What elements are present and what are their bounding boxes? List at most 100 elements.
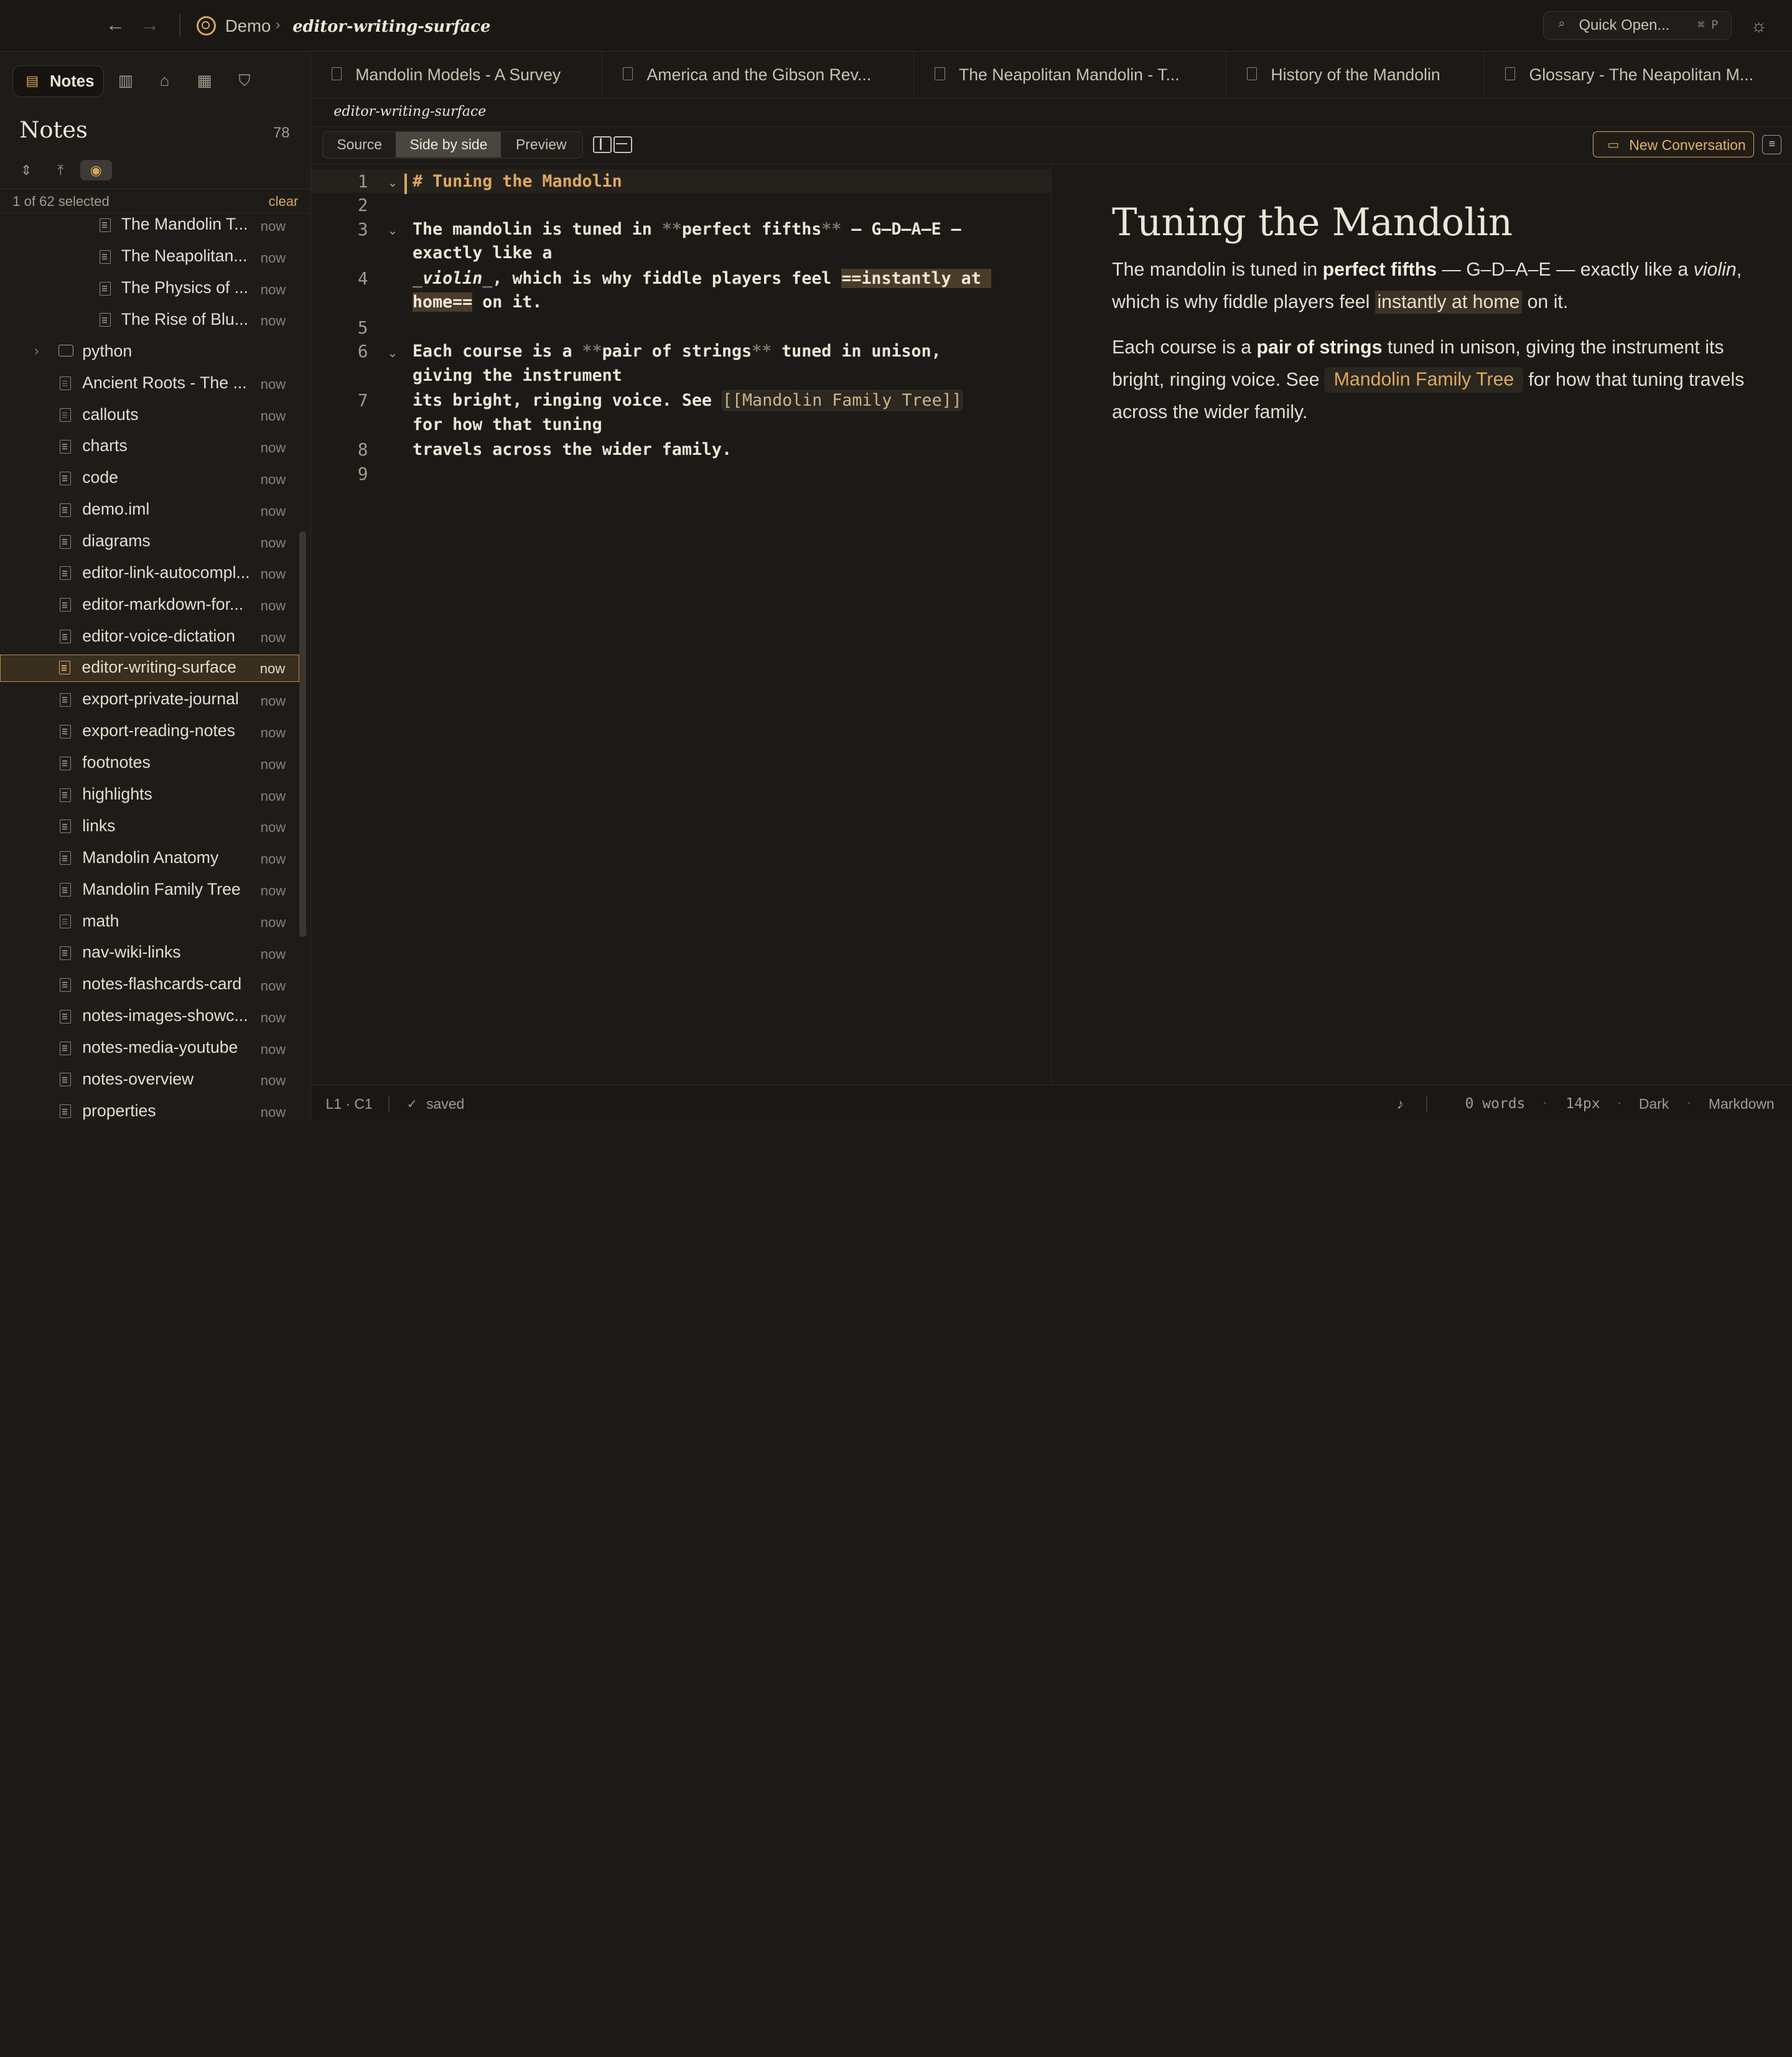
side-by-side-mode-button[interactable]: Side by side	[396, 132, 502, 157]
editor-line-wrap[interactable]: for how that tuning	[311, 413, 1052, 437]
microphone-icon[interactable]: ♪	[1396, 1096, 1403, 1112]
list-item[interactable]: notes-overview now	[0, 1066, 299, 1093]
list-item[interactable]: The Neapolitan... now	[0, 243, 299, 271]
list-item[interactable]: charts now	[0, 433, 299, 460]
source-mode-button[interactable]: Source	[323, 132, 396, 157]
markdown-editor[interactable]: 1 ⌄ # Tuning the Mandolin 2 3 ⌄ The mand…	[310, 164, 1052, 1085]
folder-item[interactable]: › python	[0, 338, 299, 365]
editor-line[interactable]: 2	[311, 193, 1052, 217]
file-icon	[331, 67, 342, 80]
list-item[interactable]: editor-link-autocompl... now	[0, 559, 299, 587]
wiki-link[interactable]: [[Mandolin Family Tree]]	[721, 390, 963, 411]
list-item[interactable]: editor-markdown-for... now	[0, 591, 299, 618]
collapse-all-icon[interactable]: ⤒	[49, 160, 72, 180]
list-item[interactable]: export-private-journal now	[0, 686, 299, 714]
file-icon	[622, 67, 633, 80]
sidebar-tab-notes-label: Notes	[49, 72, 95, 90]
panel-icon[interactable]: ▥	[114, 70, 138, 93]
highlight: instantly at home	[1374, 291, 1523, 314]
list-item[interactable]: links now	[0, 813, 299, 840]
preview-mode-button[interactable]: Preview	[501, 132, 581, 157]
list-item[interactable]: Mandolin Anatomy now	[0, 844, 299, 872]
fold-chevron-icon[interactable]: ⌄	[388, 223, 398, 238]
editor-line[interactable]: 8 travels across the wider family.	[311, 437, 1052, 462]
list-item[interactable]: properties now	[0, 1098, 299, 1120]
list-item[interactable]: The Mandolin T... now	[0, 212, 299, 239]
editor-line[interactable]: 9	[311, 462, 1052, 486]
folder-icon	[58, 345, 73, 357]
tab-neapolitan-mandolin[interactable]: The Neapolitan Mandolin - T...	[914, 51, 1226, 98]
file-icon	[59, 471, 71, 485]
eye-icon[interactable]: ◉	[80, 160, 112, 181]
status-dot: ·	[1617, 1094, 1622, 1110]
breadcrumb-root[interactable]: Demo	[225, 16, 271, 36]
file-icon	[59, 819, 71, 834]
split-vertical-icon[interactable]	[593, 136, 612, 154]
list-item[interactable]: The Rise of Blu... now	[0, 306, 299, 334]
file-icon	[59, 598, 71, 612]
font-size-indicator[interactable]: 14px	[1566, 1096, 1600, 1112]
quick-open-button[interactable]: ⌕ Quick Open... ⌘ P	[1542, 11, 1732, 40]
preview-wiki-link[interactable]: Mandolin Family Tree	[1324, 367, 1523, 393]
list-item[interactable]: editor-voice-dictation now	[0, 623, 299, 650]
editor-line[interactable]: 6 ⌄ Each course is a **pair of strings**…	[311, 339, 1052, 363]
editor-line[interactable]: 7 its bright, ringing voice. See [[Mando…	[311, 388, 1052, 413]
word-count: 0 words	[1465, 1095, 1526, 1112]
theme-indicator[interactable]: Dark	[1639, 1096, 1669, 1112]
chat-bubble-icon: ▭	[1607, 138, 1620, 152]
language-mode[interactable]: Markdown	[1709, 1096, 1775, 1112]
list-item[interactable]: notes-flashcards-card now	[0, 971, 299, 999]
list-item[interactable]: The Physics of ... now	[0, 275, 299, 302]
list-item[interactable]: nav-wiki-links now	[0, 940, 299, 967]
expand-all-icon[interactable]: ⇕	[15, 160, 38, 180]
file-icon	[99, 250, 111, 264]
app-window: ← → Demo › editor-writing-surface ⌕ Quic…	[0, 0, 1792, 1120]
markdown-preview: Tuning the Mandolin The mandolin is tune…	[1052, 164, 1792, 1085]
sidebar-scrollbar[interactable]	[299, 531, 307, 938]
file-icon	[59, 1009, 71, 1024]
list-item[interactable]: diagrams now	[0, 528, 299, 556]
editor-line-wrap[interactable]: giving the instrument	[311, 363, 1052, 388]
file-icon	[59, 756, 71, 770]
tag-icon[interactable]: ⌂	[153, 70, 176, 93]
editor-line[interactable]: 1 ⌄ # Tuning the Mandolin	[310, 169, 1052, 195]
clear-selection-button[interactable]: clear	[269, 194, 299, 210]
sidebar-tab-notes[interactable]: ▤ Notes	[12, 65, 105, 98]
tab-america-gibson[interactable]: America and the Gibson Rev...	[602, 51, 915, 98]
back-button[interactable]: ←	[103, 12, 128, 37]
theme-toggle-button[interactable]: ☼	[1746, 14, 1771, 39]
forward-button[interactable]: →	[137, 12, 162, 37]
status-dot: ·	[1686, 1094, 1692, 1110]
list-item[interactable]: notes-media-youtube now	[0, 1035, 299, 1062]
list-item[interactable]: Ancient Roots - The ... now	[0, 370, 299, 397]
list-item[interactable]: notes-images-showc... now	[0, 1003, 299, 1030]
editor-line-wrap[interactable]: home== on it.	[311, 291, 1052, 315]
tab-glossary[interactable]: Glossary - The Neapolitan M...	[1485, 52, 1792, 97]
file-icon	[59, 534, 71, 549]
split-horizontal-icon[interactable]	[614, 136, 632, 154]
list-item[interactable]: Mandolin Family Tree now	[0, 876, 299, 903]
breadcrumb-separator: ›	[275, 16, 281, 33]
editor-line-wrap[interactable]: exactly like a	[311, 241, 1052, 266]
list-item[interactable]: callouts now	[0, 401, 299, 429]
tab-mandolin-models[interactable]: Mandolin Models - A Survey	[311, 51, 602, 98]
list-item[interactable]: demo.iml now	[0, 497, 299, 524]
outline-toggle-icon[interactable]: ≡	[1762, 134, 1782, 154]
editor-line[interactable]: 3 ⌄ The mandolin is tuned in **perfect f…	[311, 217, 1052, 241]
editor-line[interactable]: 4 _violin_, which is why fiddle players …	[311, 266, 1052, 291]
list-item-active[interactable]: editor-writing-surface now	[0, 655, 300, 683]
list-item[interactable]: export-reading-notes now	[0, 718, 299, 745]
breadcrumb-current: editor-writing-surface	[292, 17, 491, 36]
chevron-right-icon[interactable]: ›	[34, 343, 39, 359]
new-conversation-button[interactable]: ▭ New Conversation	[1593, 131, 1755, 158]
list-item[interactable]: math now	[0, 908, 299, 935]
list-item[interactable]: footnotes now	[0, 750, 299, 777]
fold-chevron-icon[interactable]: ⌄	[388, 175, 398, 190]
tab-history-mandolin[interactable]: History of the Mandolin	[1226, 51, 1485, 98]
bookmark-icon[interactable]: ⛉	[233, 70, 256, 93]
editor-line[interactable]: 5	[311, 315, 1052, 340]
list-item[interactable]: code now	[0, 465, 299, 492]
list-item[interactable]: highlights now	[0, 781, 299, 809]
table-icon[interactable]: ▦	[193, 70, 216, 93]
fold-chevron-icon[interactable]: ⌄	[388, 345, 398, 361]
